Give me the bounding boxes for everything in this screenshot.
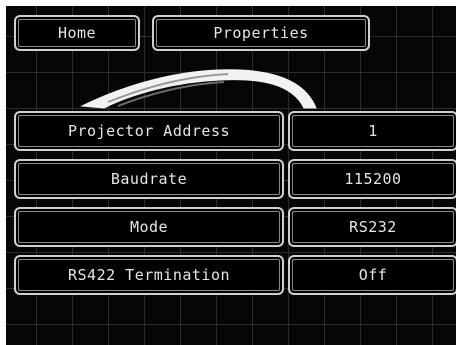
home-button-label: Home (57, 24, 97, 42)
projector-address-label[interactable]: Projector Address (14, 111, 284, 151)
projector-address-label-text: Projector Address (67, 122, 231, 140)
baudrate-value[interactable]: 115200 (288, 159, 456, 199)
rs422-termination-label-text: RS422 Termination (67, 266, 231, 284)
mode-value-text: RS232 (349, 218, 397, 236)
properties-button[interactable]: Properties (152, 15, 370, 51)
projector-address-value[interactable]: 1 (288, 111, 456, 151)
mode-label-text: Mode (129, 218, 169, 236)
projector-address-value-text: 1 (368, 122, 378, 140)
baudrate-label[interactable]: Baudrate (14, 159, 284, 199)
swoosh-logo-icon (80, 69, 317, 109)
touch-panel-screen: Home Properties Projector Address 1 Baud… (6, 6, 456, 345)
rs422-termination-value-text: Off (358, 266, 388, 284)
baudrate-label-text: Baudrate (110, 170, 188, 188)
home-button[interactable]: Home (14, 15, 140, 51)
mode-label[interactable]: Mode (14, 207, 284, 247)
rs422-termination-label[interactable]: RS422 Termination (14, 255, 284, 295)
mode-value[interactable]: RS232 (288, 207, 456, 247)
baudrate-value-text: 115200 (344, 170, 402, 188)
properties-button-label: Properties (213, 24, 309, 42)
rs422-termination-value[interactable]: Off (288, 255, 456, 295)
